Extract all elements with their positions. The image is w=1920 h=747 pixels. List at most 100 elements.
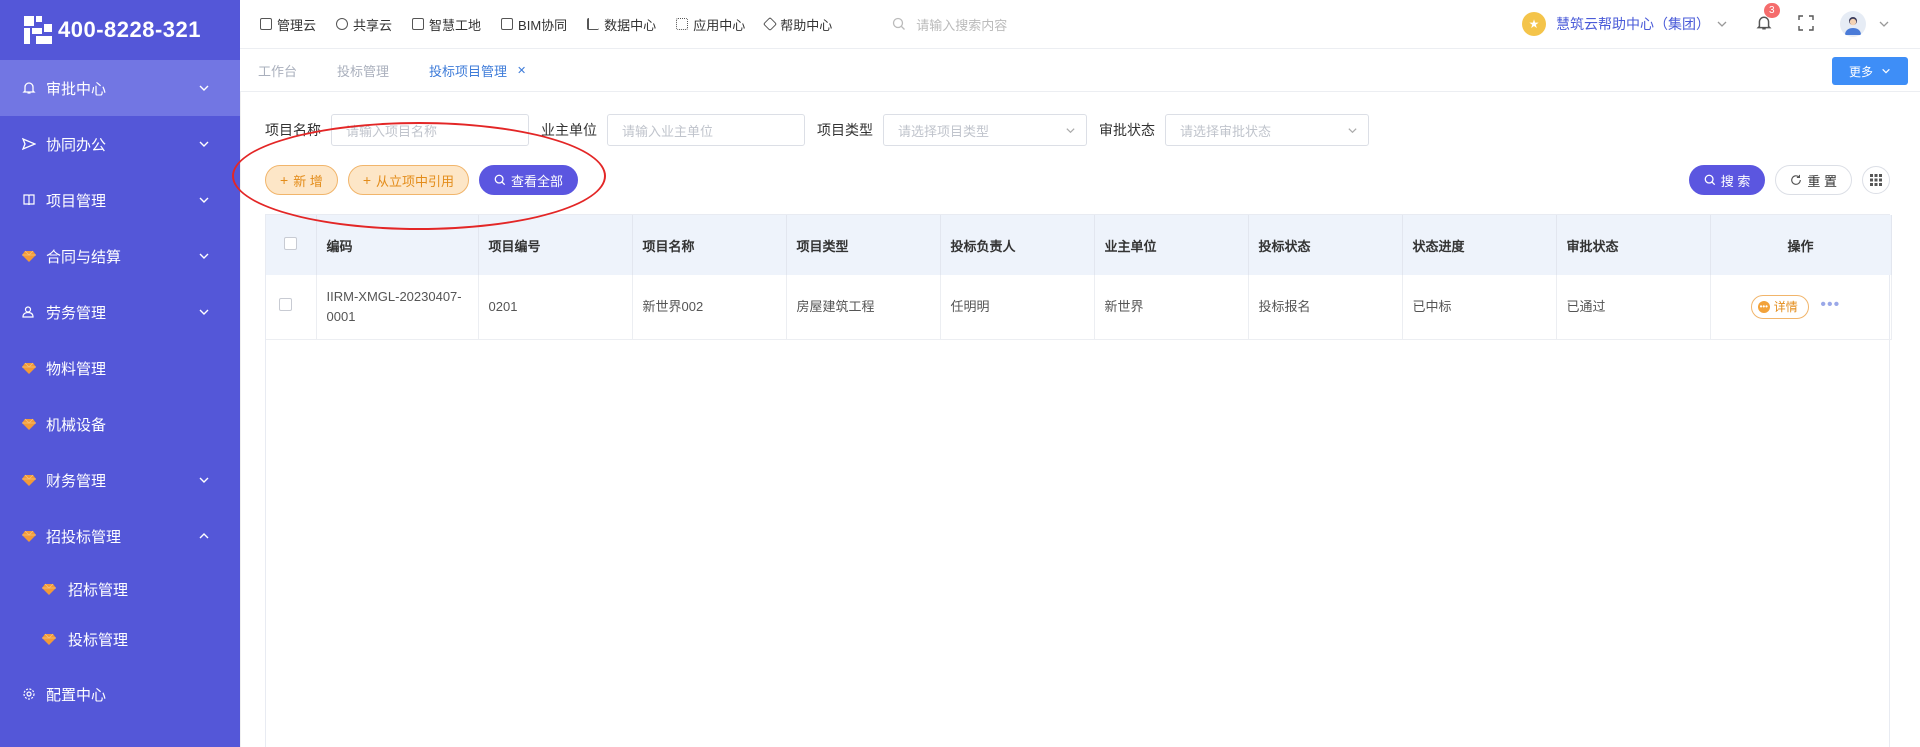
sidebar-item-label: 配置中心 <box>46 686 107 704</box>
top-link-label: 共享云 <box>353 17 393 33</box>
crown-icon: ★ <box>1522 12 1546 36</box>
project-name-input[interactable]: 请输入项目名称 <box>331 114 529 146</box>
view-all-button[interactable]: 查看全部 <box>479 165 579 195</box>
column-header[interactable]: 项目编号 <box>478 215 633 275</box>
column-header[interactable]: 业主单位 <box>1094 215 1249 275</box>
sidebar-item-project[interactable]: 项目管理 <box>0 172 240 228</box>
chevron-down-icon <box>1882 68 1890 74</box>
bell-icon <box>20 81 38 95</box>
cell-owner-unit: 新世界 <box>1094 275 1249 340</box>
sidebar-subitem-label: 招标管理 <box>68 581 129 599</box>
tab-bar: 工作台 投标管理 投标项目管理 ✕ 更多 <box>240 48 1920 92</box>
project-type-select[interactable]: 请选择项目类型 <box>883 114 1087 146</box>
cell-project-no: 0201 <box>478 275 633 340</box>
global-search[interactable]: 请输入搜索内容 <box>892 15 1007 34</box>
view-all-label: 查看全部 <box>511 173 564 189</box>
sidebar-item-collab[interactable]: 协同办公 <box>0 116 240 172</box>
top-link-site[interactable]: 智慧工地 <box>412 15 481 34</box>
tab-bid-management[interactable]: 投标管理 <box>337 61 389 80</box>
top-link-label: 应用中心 <box>693 17 746 33</box>
top-link-apps[interactable]: 应用中心 <box>676 15 745 34</box>
bim-icon <box>501 18 514 30</box>
import-from-project-button[interactable]: + 从立项中引用 <box>347 165 470 195</box>
approval-status-select[interactable]: 请选择审批状态 <box>1165 114 1369 146</box>
brand-phone: 400-8228-321 <box>58 17 202 42</box>
row-checkbox[interactable] <box>279 297 293 311</box>
search-icon <box>893 17 906 30</box>
owner-unit-input[interactable]: 请输入业主单位 <box>607 114 805 146</box>
help-icon <box>763 16 778 32</box>
cell-progress: 已中标 <box>1402 275 1557 340</box>
column-header[interactable]: 编码 <box>316 215 479 275</box>
fullscreen-icon[interactable] <box>1798 14 1814 34</box>
sidebar-item-label: 物料管理 <box>46 360 107 378</box>
chevron-down-icon[interactable] <box>1878 18 1890 30</box>
top-link-share[interactable]: 共享云 <box>336 15 392 34</box>
sidebar-item-label: 合同与结算 <box>46 248 122 266</box>
column-header[interactable]: 投标负责人 <box>940 215 1095 275</box>
search-icon <box>494 174 506 186</box>
column-header[interactable]: 项目名称 <box>632 215 787 275</box>
chevron-down-icon <box>198 306 210 318</box>
logo-icon <box>24 16 52 44</box>
column-header[interactable]: 状态进度 <box>1402 215 1557 275</box>
notification-bell[interactable]: 3 <box>1756 2 1780 34</box>
search-button[interactable]: 搜 索 <box>1688 165 1766 195</box>
sidebar-item-bidding[interactable]: 招投标管理 <box>0 508 240 564</box>
sidebar-item-contract[interactable]: 合同与结算 <box>0 228 240 284</box>
table-row[interactable]: IIRM-XMGL-20230407-0001 0201 新世界002 房屋建筑… <box>266 275 1892 340</box>
detail-button[interactable]: ••• 详情 <box>1750 294 1809 319</box>
more-button[interactable]: 更多 <box>1832 57 1908 85</box>
sidebar-item-finance[interactable]: 财务管理 <box>0 452 240 508</box>
avatar[interactable] <box>1840 11 1866 37</box>
plus-icon: + <box>362 172 371 188</box>
brand-logo[interactable]: 400-8228-321 <box>0 0 240 60</box>
chevron-down-icon <box>1717 21 1727 27</box>
top-link-label: 智慧工地 <box>429 17 482 33</box>
gem-icon <box>20 529 38 543</box>
top-link-data[interactable]: 数据中心 <box>587 15 656 34</box>
more-actions-icon[interactable]: ••• <box>1820 296 1840 313</box>
column-header[interactable]: 审批状态 <box>1556 215 1711 275</box>
sidebar-item-config[interactable]: 配置中心 <box>0 666 240 722</box>
book-icon <box>20 193 38 207</box>
add-button[interactable]: + 新 增 <box>265 165 338 195</box>
more-label: 更多 <box>1848 64 1873 79</box>
sidebar-item-machinery[interactable]: 机械设备 <box>0 396 240 452</box>
column-header[interactable]: 项目类型 <box>786 215 941 275</box>
top-link-bim[interactable]: BIM协同 <box>501 15 567 34</box>
select-all-checkbox[interactable] <box>284 237 298 250</box>
filter-label-project-name: 项目名称 <box>265 122 321 138</box>
column-settings-button[interactable] <box>1862 166 1890 194</box>
input-placeholder: 请输入业主单位 <box>622 123 714 139</box>
top-link-management[interactable]: 管理云 <box>260 15 316 34</box>
search-label: 搜 索 <box>1720 173 1751 189</box>
row-select-cell <box>266 275 317 340</box>
sidebar-item-material[interactable]: 物料管理 <box>0 340 240 396</box>
tab-workbench[interactable]: 工作台 <box>258 61 297 80</box>
org-switcher[interactable]: ★ 慧筑云帮助中心（集团） <box>1522 12 1728 36</box>
chevron-down-icon <box>198 194 210 206</box>
users-icon <box>20 305 38 319</box>
reset-button[interactable]: 重 置 <box>1775 165 1852 195</box>
column-header[interactable]: 投标状态 <box>1248 215 1403 275</box>
top-link-label: BIM协同 <box>518 17 568 33</box>
sidebar-item-labor[interactable]: 劳务管理 <box>0 284 240 340</box>
cell-actions: ••• 详情 ••• <box>1710 275 1892 340</box>
tab-label: 工作台 <box>258 63 298 79</box>
org-name: 慧筑云帮助中心（集团） <box>1556 16 1710 32</box>
tab-bid-project-management[interactable]: 投标项目管理 ✕ <box>429 61 526 80</box>
gear-icon <box>20 687 38 701</box>
sidebar-subitem-bid[interactable]: 投标管理 <box>0 614 240 664</box>
cell-project-type: 房屋建筑工程 <box>786 275 941 340</box>
sidebar: 400-8228-321 审批中心 协同办公 项目管理 合同与结算 劳务管理 物… <box>0 0 240 747</box>
top-link-label: 管理云 <box>277 17 317 33</box>
chevron-up-icon <box>198 530 210 542</box>
close-icon[interactable]: ✕ <box>517 64 526 77</box>
sidebar-item-approval[interactable]: 审批中心 <box>0 60 240 116</box>
top-link-help[interactable]: 帮助中心 <box>763 15 832 34</box>
detail-label: 详情 <box>1773 299 1798 314</box>
filter-label-approval-status: 审批状态 <box>1099 122 1155 138</box>
sidebar-subitem-tender[interactable]: 招标管理 <box>0 564 240 614</box>
chevron-down-icon <box>198 82 210 94</box>
